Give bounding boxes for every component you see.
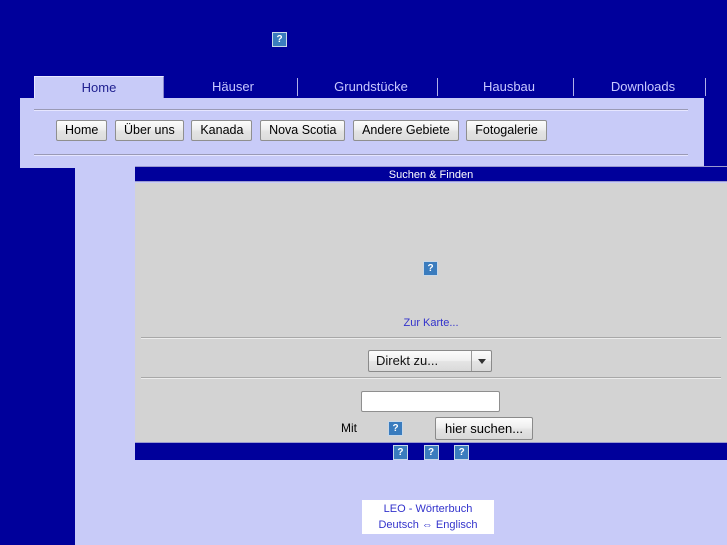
leo-line-2: Deutsch ⇔ Englisch [378, 519, 478, 531]
mit-label: Mit [341, 421, 357, 435]
page-root: ? Home Häuser Grundstücke Hausbau Downlo… [0, 0, 727, 545]
zur-karte-link[interactable]: Zur Karte... [135, 317, 727, 329]
tab-separator [437, 78, 438, 96]
tab-hausbau-label: Hausbau [482, 79, 536, 94]
left-dark-column [0, 168, 75, 545]
map-broken-image-icon: ? [423, 261, 438, 276]
nav-button-fotogalerie[interactable]: Fotogalerie [466, 120, 547, 141]
widget-rule-1 [141, 337, 721, 339]
tab-haeuser-label: Häuser [212, 79, 254, 94]
main-tabbar: Home Häuser Grundstücke Hausbau Download… [20, 76, 706, 98]
leo-dictionary-box[interactable]: LEO - Wörterbuch Deutsch ⇔ Englisch [362, 500, 494, 534]
direkt-zu-selected-value: Direkt zu... [376, 353, 439, 368]
logo-broken-image-icon: ? [272, 32, 287, 47]
tab-separator [705, 78, 706, 96]
nav-button-andere-gebiete[interactable]: Andere Gebiete [353, 120, 459, 141]
chevron-down-icon[interactable] [471, 351, 491, 371]
tab-separator [573, 78, 574, 96]
tab-home-label: Home [81, 80, 117, 95]
tab-separator [297, 78, 298, 96]
search-widget-title: Suchen & Finden [135, 166, 727, 182]
nav-button-nova-scotia[interactable]: Nova Scotia [260, 120, 346, 141]
search-input[interactable] [361, 391, 500, 412]
secondary-nav-button-row: Home Über uns Kanada Nova Scotia Andere … [56, 120, 551, 142]
footer-broken-image-icon-2[interactable]: ? [423, 445, 439, 461]
map-area[interactable]: ? [135, 183, 727, 321]
tab-home[interactable]: Home [34, 76, 164, 98]
tab-downloads-label: Downloads [610, 79, 676, 94]
tab-downloads[interactable]: Downloads [580, 76, 706, 98]
nav-button-ueber-uns[interactable]: Über uns [114, 120, 184, 141]
nav-rule-top [34, 109, 688, 111]
search-widget-body: ? Zur Karte... Direkt zu... Mit ? hier s… [135, 183, 727, 442]
hier-suchen-button[interactable]: hier suchen... [435, 417, 534, 440]
nav-rule-bottom [34, 154, 688, 156]
mit-broken-image-icon: ? [388, 421, 403, 436]
leo-line-1: LEO - Wörterbuch [383, 503, 473, 515]
direkt-zu-select[interactable]: Direkt zu... [368, 350, 492, 372]
tab-haeuser[interactable]: Häuser [168, 76, 298, 98]
tab-grundstuecke-label: Grundstücke [334, 79, 408, 94]
search-widget: Suchen & Finden ? Zur Karte... Direkt zu… [135, 166, 727, 461]
nav-button-home[interactable]: Home [56, 120, 108, 141]
nav-button-kanada[interactable]: Kanada [191, 120, 253, 141]
header-logo-strip: ? [0, 0, 727, 70]
secondary-nav-panel: Home Über uns Kanada Nova Scotia Andere … [20, 98, 704, 168]
footer-broken-image-icon-3[interactable]: ? [454, 445, 470, 461]
widget-rule-2 [141, 377, 721, 379]
tab-hausbau[interactable]: Hausbau [444, 76, 574, 98]
search-widget-footer: ? ? ? [135, 442, 727, 461]
footer-broken-image-icon-1[interactable]: ? [392, 445, 408, 461]
tab-grundstuecke[interactable]: Grundstücke [304, 76, 438, 98]
